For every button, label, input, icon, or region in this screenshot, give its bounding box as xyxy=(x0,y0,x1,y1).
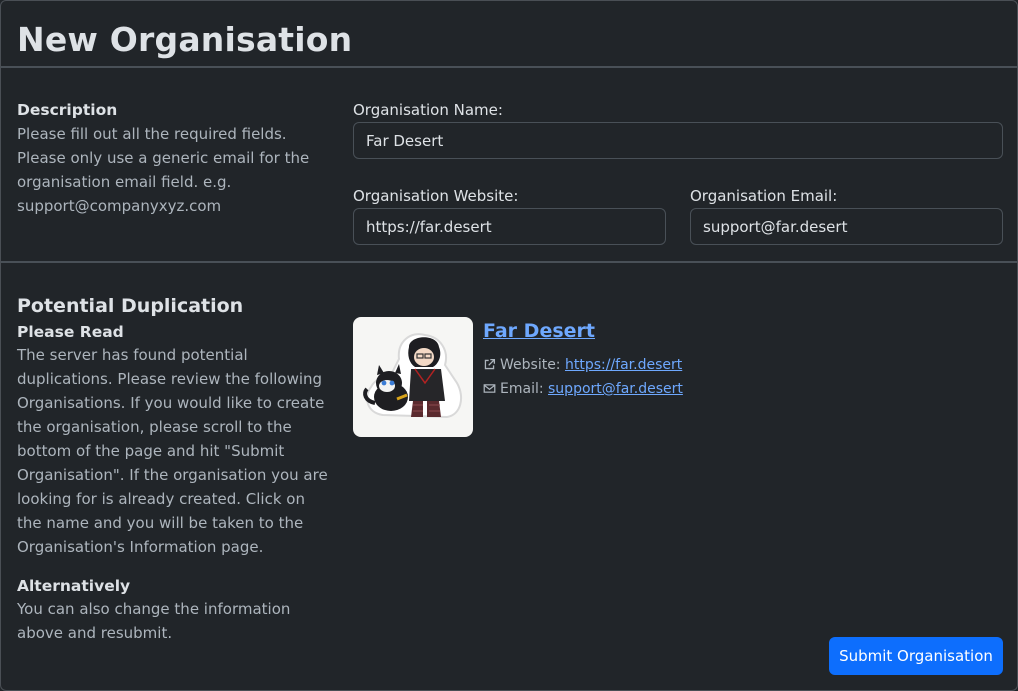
organisation-email-input[interactable] xyxy=(690,208,1003,245)
duplication-text: The server has found potential duplicati… xyxy=(17,346,328,556)
email-field-label: Email: xyxy=(500,381,544,397)
duplicate-organisation-name-link[interactable]: Far Desert xyxy=(483,320,595,342)
duplicate-website-line: Website: https://far.desert xyxy=(483,355,682,375)
organisation-name-label: Organisation Name: xyxy=(353,101,503,119)
organisation-name-input[interactable] xyxy=(353,122,1003,159)
duplication-heading: Potential Duplication xyxy=(17,295,244,317)
section-divider xyxy=(1,261,1017,263)
external-link-icon xyxy=(484,358,496,370)
header-divider xyxy=(1,66,1017,68)
organisation-email-label: Organisation Email: xyxy=(690,187,838,205)
submit-organisation-button[interactable]: Submit Organisation xyxy=(829,637,1003,675)
description-section: Description Please fill out all the requ… xyxy=(17,99,332,218)
description-heading: Description xyxy=(17,101,118,119)
organisation-website-input[interactable] xyxy=(353,208,666,245)
duplicate-website-link[interactable]: https://far.desert xyxy=(565,357,682,373)
organisation-avatar xyxy=(353,317,473,437)
organisation-website-label: Organisation Website: xyxy=(353,187,519,205)
alternatively-text: You can also change the information abov… xyxy=(17,600,291,642)
page-title: New Organisation xyxy=(17,20,353,59)
duplicate-email-line: Email: support@far.desert xyxy=(483,379,683,399)
duplication-section: Potential Duplication Please Read The se… xyxy=(17,293,332,645)
duplication-subheading: Please Read xyxy=(17,323,124,341)
avatar-illustration-icon xyxy=(363,333,463,419)
envelope-icon xyxy=(483,384,496,393)
duplicate-email-link[interactable]: support@far.desert xyxy=(548,381,683,397)
description-text: Please fill out all the required fields.… xyxy=(17,125,310,215)
website-field-label: Website: xyxy=(500,357,561,373)
alternatively-heading: Alternatively xyxy=(17,577,131,595)
